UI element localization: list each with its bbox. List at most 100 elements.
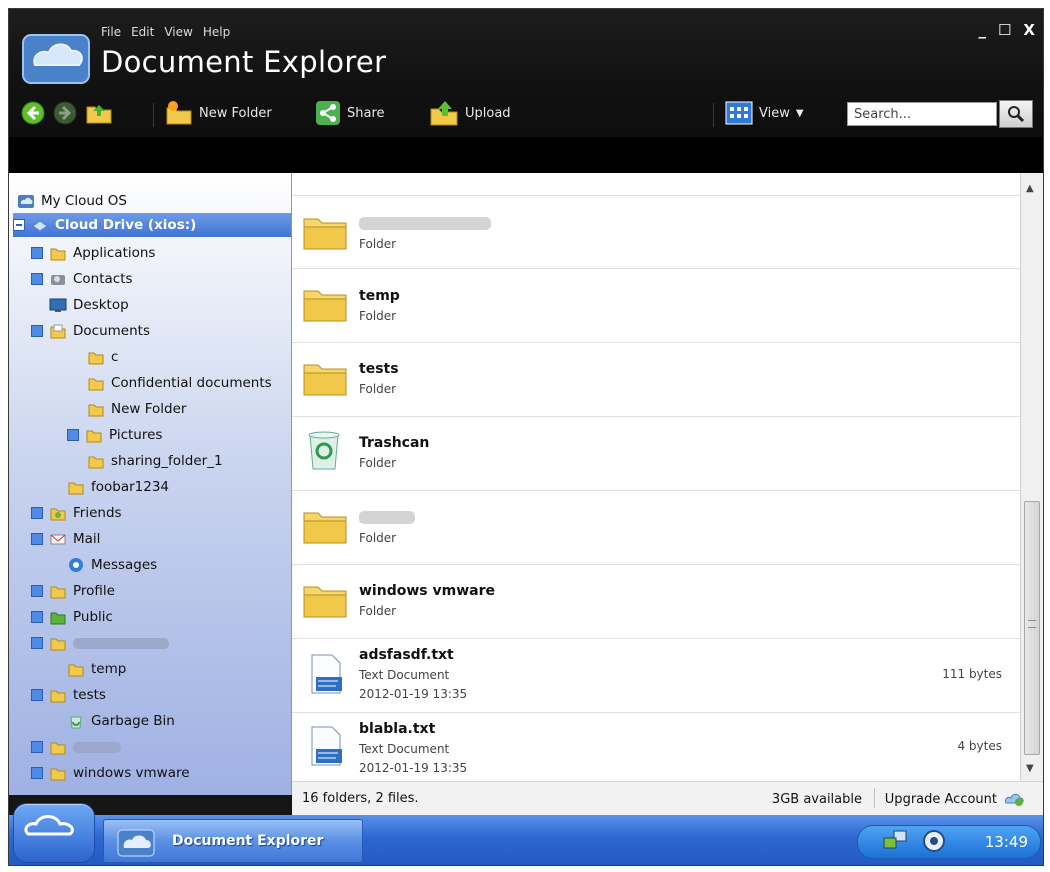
folder-icon	[303, 512, 347, 544]
file-row[interactable]: Folder	[292, 195, 1020, 269]
toolbar-separator	[153, 103, 154, 127]
tree-label: Applications	[73, 245, 156, 261]
new-folder-button[interactable]: New Folder	[165, 97, 272, 129]
menu-view[interactable]: View	[164, 25, 192, 39]
file-row[interactable]: Trashcan Folder	[292, 417, 1020, 491]
cloud-icon	[18, 195, 34, 208]
tree-item-documents[interactable]: Documents	[31, 319, 150, 343]
item-count: 16 folders, 2 files.	[302, 791, 419, 806]
collapse-icon[interactable]	[31, 325, 43, 337]
file-row[interactable]: temp Folder	[292, 269, 1020, 343]
minimize-button[interactable]: _	[978, 21, 986, 39]
tree-item-temp[interactable]: temp	[67, 657, 126, 681]
cloud-upgrade-icon	[1005, 793, 1024, 806]
vertical-scrollbar[interactable]: ▲ ▼	[1020, 173, 1043, 781]
tree-item-public[interactable]: Public	[31, 605, 113, 629]
tree-label: Public	[73, 609, 113, 625]
tree-label: foobar1234	[91, 479, 170, 495]
tree-label: Desktop	[73, 297, 129, 313]
file-row[interactable]: adsfasdf.txt Text Document 2012-01-19 13…	[292, 639, 1020, 713]
menu-file[interactable]: File	[101, 25, 121, 39]
file-type: Folder	[359, 309, 397, 323]
trash-icon	[308, 431, 340, 470]
tree-item-pictures[interactable]: Pictures	[67, 423, 162, 447]
expand-icon[interactable]	[31, 247, 43, 259]
system-tray: 13:49	[857, 825, 1041, 859]
folder-icon	[68, 664, 84, 677]
desktop-icon	[49, 298, 67, 312]
tree-item-profile[interactable]: Profile	[31, 579, 115, 603]
redacted-name	[359, 511, 415, 524]
file-row[interactable]: windows vmware Folder	[292, 565, 1020, 639]
tree-item-tests[interactable]: tests	[31, 683, 106, 707]
forward-arrow-icon	[53, 101, 77, 125]
tree-label: Garbage Bin	[91, 713, 175, 729]
back-arrow-icon	[21, 101, 45, 125]
file-row[interactable]: Folder	[292, 491, 1020, 565]
tree-item-contacts[interactable]: Contacts	[31, 267, 133, 291]
tree-item-mail[interactable]: Mail	[31, 527, 100, 551]
file-row[interactable]: tests Folder	[292, 343, 1020, 417]
tree-item-sharing-folder-1[interactable]: sharing_folder_1	[87, 449, 223, 473]
up-folder-icon	[86, 105, 112, 124]
tree-item-friends[interactable]: Friends	[31, 501, 122, 525]
tree-item-cloud-drive[interactable]: Cloud Drive (xios:)	[13, 213, 291, 237]
tree-item-my-cloud-os[interactable]: My Cloud OS	[17, 189, 127, 213]
tree-item-desktop[interactable]: Desktop	[49, 293, 129, 317]
tree-label: Profile	[73, 583, 115, 599]
tree-item-confidential-documents[interactable]: Confidential documents	[87, 371, 272, 395]
chevron-down-icon: ▼	[795, 107, 804, 119]
file-row[interactable]: blabla.txt Text Document 2012-01-19 13:3…	[292, 713, 1020, 786]
expand-icon[interactable]	[31, 767, 43, 779]
up-folder-button[interactable]	[85, 97, 113, 129]
tree-item-messages[interactable]: Messages	[67, 553, 157, 577]
close-button[interactable]: X	[1023, 21, 1035, 39]
taskbar-document-explorer[interactable]: Document Explorer	[103, 819, 363, 863]
scroll-down-icon[interactable]: ▼	[1026, 763, 1034, 774]
start-button[interactable]	[13, 803, 95, 863]
folder-icon	[88, 456, 104, 469]
expand-icon[interactable]	[31, 273, 43, 285]
menu-help[interactable]: Help	[203, 25, 230, 39]
file-type: Folder	[359, 604, 397, 618]
scroll-up-icon[interactable]: ▲	[1026, 183, 1034, 194]
status-divider	[874, 788, 875, 808]
expand-icon[interactable]	[31, 507, 43, 519]
share-label: Share	[347, 105, 385, 121]
scroll-thumb[interactable]	[1024, 501, 1040, 755]
expand-icon[interactable]	[31, 533, 43, 545]
tree-item-windows-vmware[interactable]: windows vmware	[31, 761, 190, 785]
window-controls: _ ☐ X	[978, 21, 1035, 39]
tree-item-foobar1234[interactable]: foobar1234	[67, 475, 169, 499]
mail-icon	[50, 534, 66, 545]
view-label: View	[759, 105, 790, 121]
tree-item-redacted[interactable]	[31, 735, 121, 759]
folder-icon	[50, 586, 66, 599]
tree-item-applications[interactable]: Applications	[31, 241, 155, 265]
collapse-icon[interactable]	[13, 219, 25, 231]
file-date: 2012-01-19 13:35	[359, 687, 468, 701]
tree-item-new-folder[interactable]: New Folder	[87, 397, 186, 421]
menu-edit[interactable]: Edit	[131, 25, 154, 39]
tree-item-redacted[interactable]	[31, 631, 169, 655]
expand-icon[interactable]	[67, 429, 79, 441]
expand-icon[interactable]	[31, 741, 43, 753]
forward-button[interactable]	[53, 97, 77, 129]
settings-gear-icon[interactable]	[922, 829, 946, 853]
file-row[interactable]	[292, 122, 1020, 196]
file-name: Trashcan	[359, 435, 430, 451]
tree-item-c[interactable]: c	[87, 345, 118, 369]
back-button[interactable]	[21, 97, 45, 129]
expand-icon[interactable]	[31, 611, 43, 623]
document-explorer-icon	[117, 829, 155, 857]
expand-icon[interactable]	[31, 585, 43, 597]
file-size: 4 bytes	[957, 739, 1002, 753]
maximize-button[interactable]: ☐	[998, 21, 1011, 39]
tree-item-garbage-bin[interactable]: Garbage Bin	[67, 709, 175, 733]
expand-icon[interactable]	[31, 689, 43, 701]
network-icon[interactable]	[882, 830, 908, 852]
tree-label: New Folder	[111, 401, 187, 417]
expand-icon[interactable]	[31, 637, 43, 649]
folder-tree: My Cloud OS Cloud Drive (xios:) Applicat…	[9, 173, 292, 795]
upgrade-account-link[interactable]: Upgrade Account	[885, 790, 1025, 808]
